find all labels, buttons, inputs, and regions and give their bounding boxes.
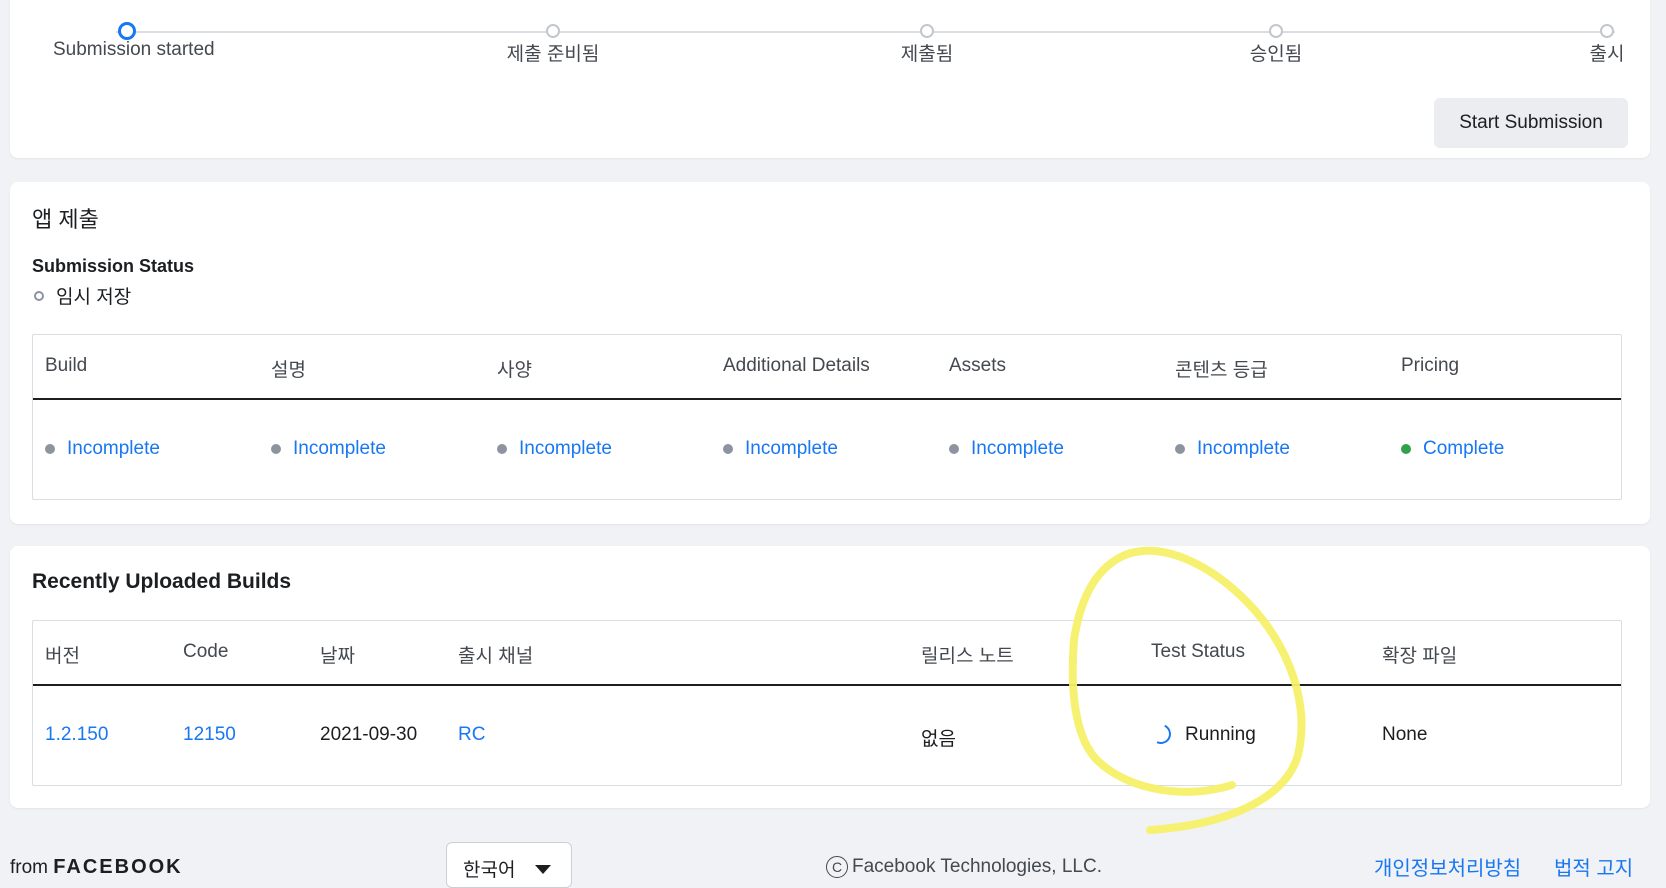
status-label: Incomplete — [1197, 438, 1290, 459]
page-footer: from FACEBOOK 한국어 C Facebook Technologie… — [0, 820, 1666, 888]
build-date: 2021-09-30 — [320, 724, 418, 745]
column-header: Pricing — [1401, 355, 1460, 376]
column-header: 날짜 — [320, 646, 355, 667]
column-header: Code — [183, 641, 229, 662]
column-header: 버전 — [45, 646, 80, 667]
copyright-notice: C Facebook Technologies, LLC. — [826, 856, 1102, 878]
step-label: Submission started — [53, 39, 215, 60]
step-marker-icon — [546, 24, 560, 38]
column-header: 콘텐츠 등급 — [1175, 360, 1268, 381]
step-marker-icon — [1269, 24, 1283, 38]
specs-status-link[interactable]: Incomplete — [497, 438, 612, 460]
step-marker-icon — [1600, 24, 1614, 38]
caret-down-icon — [535, 865, 551, 874]
section-title: Recently Uploaded Builds — [32, 570, 292, 593]
loading-spinner-icon — [1148, 721, 1174, 747]
step-label: 승인됨 — [1249, 44, 1303, 65]
status-dot-icon — [723, 444, 733, 454]
submission-status-heading: Submission Status — [32, 256, 195, 276]
step-label: 출시 — [1589, 44, 1625, 65]
step-marker-icon — [920, 24, 934, 38]
test-status: Running — [1148, 721, 1256, 747]
privacy-policy-link[interactable]: 개인정보처리방침 — [1374, 852, 1521, 881]
builds-table: 버전 Code 날짜 출시 채널 릴리스 노트 Test Status 확장 파… — [32, 620, 1622, 786]
description-status-link[interactable]: Incomplete — [271, 438, 386, 460]
progress-track — [116, 31, 1615, 33]
status-label: Complete — [1423, 438, 1505, 459]
section-title: 앱 제출 — [32, 207, 99, 232]
status-label: Incomplete — [293, 438, 386, 459]
submission-sections-table: Build 설명 사양 Additional Details Assets 콘텐… — [32, 334, 1622, 500]
status-dot-icon — [497, 444, 507, 454]
assets-status-link[interactable]: Incomplete — [949, 438, 1064, 460]
app-submission-card: 앱 제출 Submission Status 임시 저장 Build 설명 사양… — [10, 182, 1650, 524]
submission-status: 임시 저장 — [32, 282, 131, 309]
step-label: 제출 준비됨 — [506, 44, 600, 65]
status-dot-icon — [1401, 444, 1411, 454]
status-label: Incomplete — [971, 438, 1064, 459]
column-header: 설명 — [271, 360, 306, 381]
build-version-link[interactable]: 1.2.150 — [45, 724, 108, 746]
step-marker-icon — [118, 22, 136, 40]
start-submission-button[interactable]: Start Submission — [1434, 98, 1628, 148]
column-header: Additional Details — [723, 355, 870, 376]
table-header: 버전 Code 날짜 출시 채널 릴리스 노트 Test Status 확장 파… — [33, 621, 1621, 686]
submission-progress-card: Submission started 제출 준비됨 제출됨 승인됨 출시 Sta… — [10, 0, 1650, 158]
column-header: Build — [45, 355, 88, 376]
step-label: 제출됨 — [900, 44, 954, 65]
column-header: Test Status — [1151, 641, 1245, 662]
build-status-link[interactable]: Incomplete — [45, 438, 160, 460]
expansion-files: None — [1382, 724, 1428, 745]
recent-builds-card: Recently Uploaded Builds 버전 Code 날짜 출시 채… — [10, 546, 1650, 808]
pricing-status-link[interactable]: Complete — [1401, 438, 1504, 460]
column-header: 사양 — [497, 360, 532, 381]
build-code-link[interactable]: 12150 — [183, 724, 236, 746]
copyright-icon: C — [826, 856, 848, 878]
column-header: 확장 파일 — [1382, 646, 1458, 667]
column-header: 릴리스 노트 — [921, 646, 1014, 667]
status-ring-icon — [34, 290, 44, 301]
status-label: Incomplete — [67, 438, 160, 459]
submission-status-value: 임시 저장 — [56, 287, 132, 308]
status-label: Incomplete — [519, 438, 612, 459]
content-rating-status-link[interactable]: Incomplete — [1175, 438, 1290, 460]
release-notes: 없음 — [921, 729, 956, 750]
table-header: Build 설명 사양 Additional Details Assets 콘텐… — [33, 335, 1621, 400]
status-dot-icon — [45, 444, 55, 454]
status-dot-icon — [949, 444, 959, 454]
status-dot-icon — [1175, 444, 1185, 454]
release-channel-link[interactable]: RC — [458, 724, 485, 746]
additional-details-status-link[interactable]: Incomplete — [723, 438, 838, 460]
status-dot-icon — [271, 444, 281, 454]
test-status-label: Running — [1185, 724, 1256, 745]
column-header: Assets — [949, 355, 1007, 376]
language-select[interactable]: 한국어 — [446, 842, 572, 888]
column-header: 출시 채널 — [458, 646, 534, 667]
legal-notice-link[interactable]: 법적 고지 — [1554, 852, 1633, 881]
status-label: Incomplete — [745, 438, 838, 459]
